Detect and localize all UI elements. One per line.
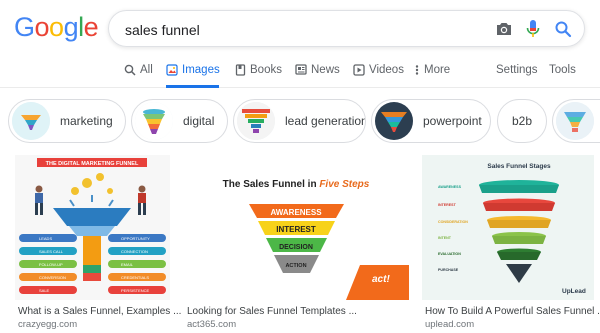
brand-logo: UpLead (562, 288, 586, 295)
tab-label: Settings (496, 64, 538, 76)
chip-lead-generation[interactable]: lead generation (233, 99, 366, 143)
brand-logo: act! (372, 274, 390, 285)
funnel-level-label: INTEREST (276, 225, 316, 234)
stage-label: INTENT (438, 236, 452, 240)
infographic-heading: The Sales Funnel in Five Steps (223, 179, 370, 190)
stage-label: AWARENESS (438, 185, 462, 189)
stage-label: CONSIDERATION (438, 220, 468, 224)
funnel-right-label: OPPORTUNITY (121, 236, 150, 241)
tab-books[interactable]: Books (235, 64, 282, 88)
chip-label: b2b (511, 114, 533, 128)
result-title[interactable]: How To Build A Powerful Sales Funnel ... (425, 306, 600, 317)
funnel-left-label: SALES CALL (39, 249, 64, 254)
result-thumbnail[interactable]: THE DIGITAL MARKETING FUNNEL LEADS SALES… (15, 155, 170, 300)
funnel-left-label: FOLLOW-UP (39, 262, 63, 267)
funnel-left-label: LEADS (39, 236, 52, 241)
funnel-right-label: EMAIL (121, 262, 134, 267)
funnel-right-label: PERSISTENCE (121, 288, 150, 293)
funnel-level-label: DECISION (279, 244, 313, 251)
header: Google (0, 0, 600, 60)
search-tabs: All Images Books News Videos More Settin… (0, 58, 600, 88)
chip-thumbnail (135, 102, 173, 140)
infographic-heading: THE DIGITAL MARKETING FUNNEL (46, 161, 139, 167)
tab-videos[interactable]: Videos (353, 64, 404, 88)
tab-more[interactable]: More (414, 64, 450, 88)
result-title[interactable]: Looking for Sales Funnel Templates ... (187, 306, 357, 317)
chip-thumbnail (556, 102, 594, 140)
tab-label: More (424, 64, 451, 76)
search-icon[interactable] (552, 18, 574, 40)
tab-images[interactable]: Images (166, 64, 220, 88)
more-vert-icon (415, 65, 419, 75)
logo-letter: e (83, 12, 99, 42)
result-source[interactable]: crazyegg.com (18, 319, 77, 330)
tab-news[interactable]: News (295, 64, 340, 88)
tab-settings[interactable]: Settings (496, 64, 538, 88)
chip-thumbnail (375, 102, 413, 140)
funnel-left-label: CONVERSION (39, 275, 66, 280)
funnel-level-label: AWARENESS (270, 208, 322, 217)
infographic-heading: Sales Funnel Stages (487, 163, 551, 170)
tab-label: All (140, 64, 153, 76)
tab-tools[interactable]: Tools (549, 64, 576, 88)
tab-label: Tools (549, 64, 576, 76)
stage-label: PURCHASE (438, 268, 459, 272)
play-icon (353, 64, 365, 76)
chip-label: lead generation (285, 114, 366, 128)
chip-more[interactable] (552, 99, 600, 143)
result-title[interactable]: What is a Sales Funnel, Examples ... (18, 306, 181, 317)
tab-all[interactable]: All (124, 64, 153, 88)
logo-letter: g (63, 12, 79, 42)
chip-digital[interactable]: digital (131, 99, 228, 143)
google-images-page: Google All Images Books (0, 0, 600, 333)
camera-icon[interactable] (493, 18, 515, 40)
tab-label: Videos (369, 64, 404, 76)
book-icon (235, 64, 246, 76)
result-thumbnail[interactable]: Sales Funnel Stages AWARENESS INTEREST C… (422, 155, 594, 300)
search-icon (124, 64, 136, 76)
funnel-left-label: SALE (39, 288, 50, 293)
tab-label: News (311, 64, 340, 76)
chip-label: powerpoint (423, 114, 482, 128)
chip-label: marketing (60, 114, 113, 128)
image-icon (166, 64, 178, 76)
funnel-right-label: CONNECTION (121, 249, 148, 254)
microphone-icon[interactable] (522, 18, 544, 40)
chip-thumbnail (12, 102, 50, 140)
news-icon (295, 64, 307, 75)
chip-label: digital (183, 114, 215, 128)
search-box (108, 10, 585, 47)
logo-letter: o (34, 12, 50, 42)
chip-b2b[interactable]: b2b (497, 99, 547, 143)
chip-powerpoint[interactable]: powerpoint (371, 99, 491, 143)
tab-label: Images (182, 64, 220, 76)
chip-marketing[interactable]: marketing (8, 99, 126, 143)
search-input[interactable] (125, 20, 465, 40)
result-source[interactable]: act365.com (187, 319, 236, 330)
funnel-level-label: ACTION (285, 263, 306, 269)
chip-thumbnail (237, 102, 275, 140)
logo-letter: o (49, 12, 64, 42)
logo-letter: G (14, 12, 35, 42)
tab-label: Books (250, 64, 282, 76)
funnel-right-label: CREDENTIALS (121, 275, 149, 280)
stage-label: INTEREST (438, 203, 457, 207)
result-thumbnail[interactable]: The Sales Funnel in Five Steps AWARENESS… (184, 155, 409, 300)
google-logo[interactable]: Google (14, 12, 99, 43)
stage-label: EVALUATION (438, 252, 461, 256)
result-source[interactable]: uplead.com (425, 319, 474, 330)
